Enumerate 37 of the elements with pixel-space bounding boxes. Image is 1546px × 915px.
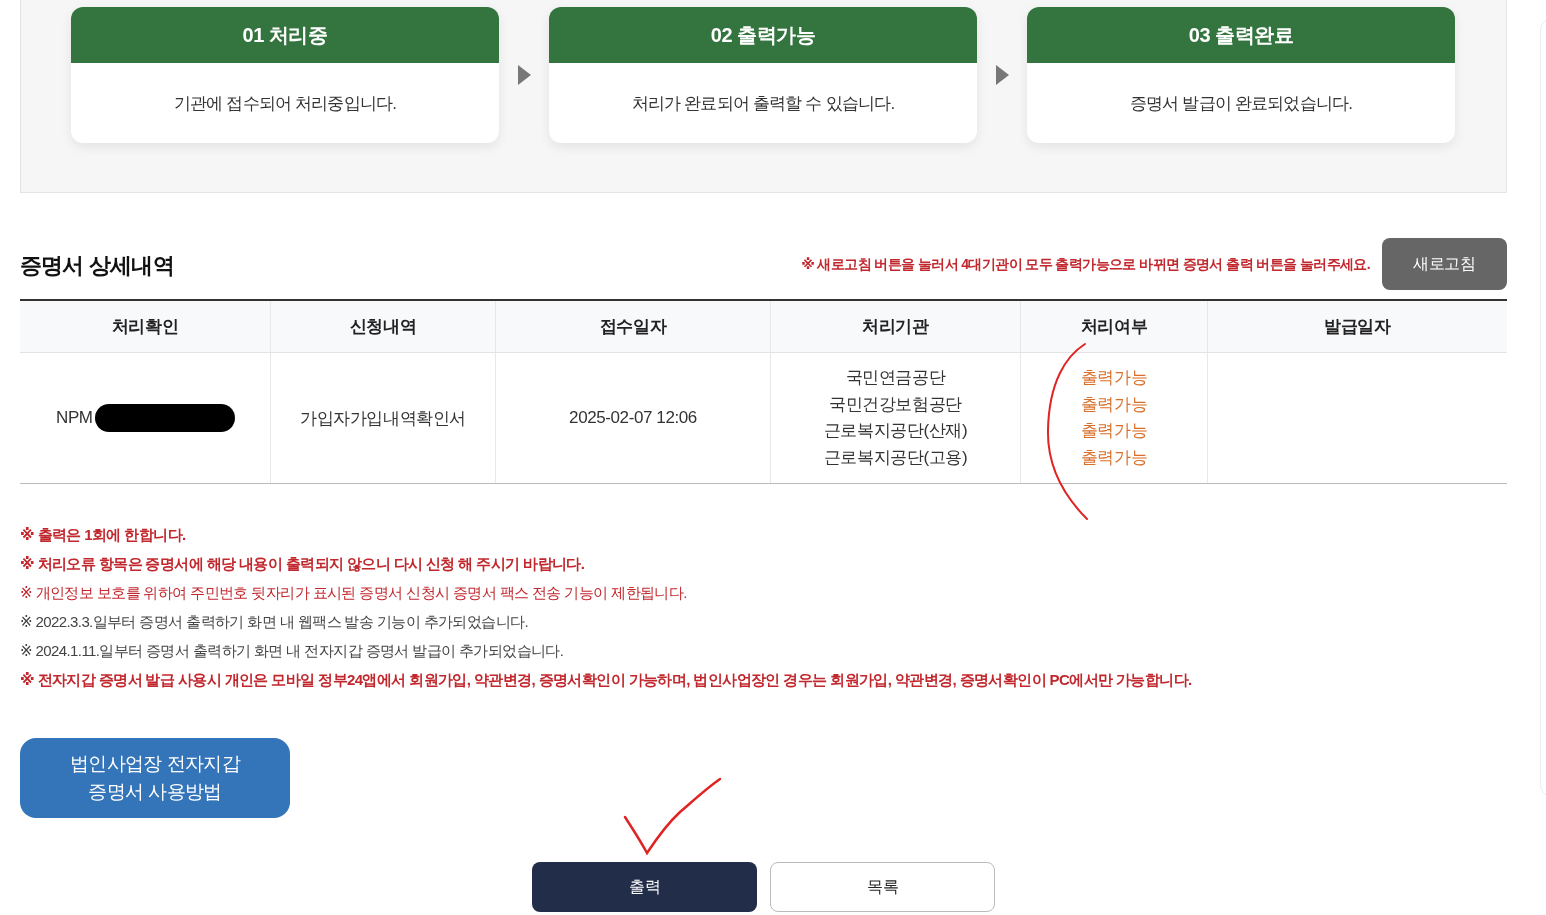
column-header: 처리확인 (20, 301, 270, 353)
notice-text: ※ 새로고침 버튼을 눌러서 4대기관이 모두 출력가능으로 바뀌면 증명서 출력 버튼을 눌러주세요. (801, 256, 1370, 274)
caret-right-icon (517, 65, 531, 85)
status-label: 출력가능 (1080, 446, 1148, 469)
note-text: ※ 출력은 1회에 한합니다. (20, 525, 187, 545)
print-button[interactable]: 출력 (532, 862, 757, 912)
agency-name: 국민건강보험공단 (829, 393, 962, 416)
column-header: 처리기관 (770, 301, 1020, 353)
note-text: ※ 처리오류 항목은 증명서에 해당 내용이 출력되지 않으니 다시 신청 해 주시기 바랍니다. (20, 554, 586, 574)
caret-right-icon (995, 65, 1009, 85)
column-header: 접수일자 (495, 301, 770, 353)
status-label: 출력가능 (1080, 420, 1148, 442)
step-description: 기관에 접수되어 처리중입니다. (173, 92, 397, 115)
refresh-button[interactable]: 새로고침 (1382, 238, 1507, 290)
step-description: 처리가 완료되어 출력할 수 있습니다. (631, 92, 895, 115)
column-header: 처리여부 (1020, 301, 1207, 353)
note-text: ※ 개인정보 보호를 위하여 주민번호 뒷자리가 표시된 증명서 신청시 증명서 팩스 전송 기능이 제한됩니다. (20, 583, 688, 603)
table-cell: 2025-02-07 12:06 (569, 408, 697, 428)
step-title: 03 출력완료 (1027, 7, 1455, 63)
step-description: 증명서 발급이 완료되었습니다. (1129, 92, 1353, 115)
agency-name: 국민연금공단 (845, 367, 946, 389)
note-text: ※ 2024.1.11.일부터 증명서 출력하기 화면 내 전자지갑 증명서 발급이 추가되었습니다. (20, 641, 565, 661)
note-text: ※ 전자지갑 증명서 발급 사용시 개인은 모바일 정부24앱에서 회원가입, 약관변경, 증명서확인이 가능하며, 법인사업장인 경우는 회원가입, 약관변경, 증명서확인이 PC에서만 가능합니다. (20, 670, 1193, 690)
status-label: 출력가능 (1080, 367, 1148, 389)
column-header: 신청내역 (270, 301, 495, 353)
guide-button[interactable]: 법인사업장 전자지갑 증명서 사용방법 (20, 738, 290, 818)
section-title: 증명서 상세내역 (20, 252, 174, 280)
agency-name: 근로복지공단(고용) (823, 446, 968, 469)
step-title: 01 처리중 (71, 7, 499, 63)
status-label: 출력가능 (1080, 393, 1148, 416)
list-button[interactable]: 목록 (770, 862, 995, 912)
column-header: 발급일자 (1207, 301, 1507, 353)
note-text: ※ 2022.3.3.일부터 증명서 출력하기 화면 내 웹팩스 발송 기능이 추가되었습니다. (20, 612, 529, 632)
table-cell: NPM (56, 408, 93, 428)
agency-name: 근로복지공단(산재) (823, 420, 968, 442)
step-title: 02 출력가능 (549, 7, 977, 63)
table-cell-text: 가입자가입내역확인서 (300, 407, 466, 430)
